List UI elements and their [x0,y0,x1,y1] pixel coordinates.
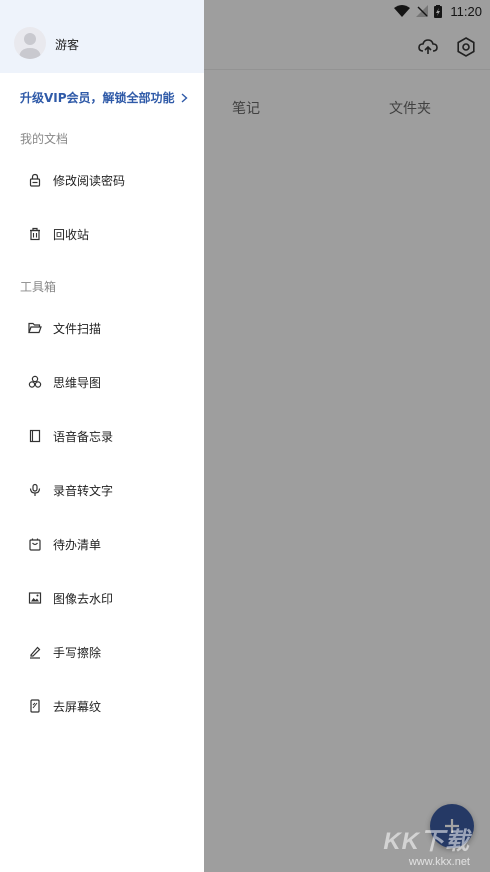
menu-item-mind-map[interactable]: 思维导图 [0,364,204,400]
menu-item-speech-to-text[interactable]: 录音转文字 [0,472,204,508]
trash-icon [28,227,42,241]
drawer-scrim[interactable] [204,0,490,872]
menu-item-label: 思维导图 [53,375,102,390]
lock-icon [28,173,42,187]
phone-screen-icon [28,699,42,713]
menu-item-image-watermark-removal[interactable]: 图像去水印 [0,580,204,616]
chevron-right-icon [181,92,188,103]
mindmap-icon [28,375,42,389]
username[interactable]: 游客 [55,36,79,53]
menu-item-todo-list[interactable]: 待办清单 [0,526,204,562]
vip-promo-link[interactable]: 升级VIP会员，解锁全部功能 [20,89,188,106]
section-label-my-documents: 我的文档 [20,132,69,146]
menu-item-label: 去屏幕纹 [53,699,102,714]
menu-item-moire-removal[interactable]: 去屏幕纹 [0,688,204,724]
default-avatar-icon [19,33,41,59]
avatar[interactable] [14,27,46,59]
navigation-drawer: 游客 升级VIP会员，解锁全部功能 我的文档 修改阅读密码 回收站 工具箱 文件… [0,0,204,872]
menu-item-file-scan[interactable]: 文件扫描 [0,310,204,346]
vip-promo-text: 升级VIP会员，解锁全部功能 [20,91,175,105]
todo-bag-icon [28,537,42,551]
menu-item-label: 手写擦除 [53,645,102,660]
notebook-icon [28,429,42,443]
menu-item-voice-memo[interactable]: 语音备忘录 [0,418,204,454]
menu-item-handwriting-erase[interactable]: 手写擦除 [0,634,204,670]
menu-item-label: 录音转文字 [53,483,114,498]
folder-open-icon [28,321,42,335]
watermark-url: www.kkx.net [408,856,470,868]
watermark-brand: KK下载 [383,828,470,855]
image-icon [28,591,42,605]
menu-item-label: 图像去水印 [53,591,114,606]
menu-item-label: 回收站 [53,227,90,242]
menu-item-label: 文件扫描 [53,321,102,336]
menu-item-change-read-password[interactable]: 修改阅读密码 [0,162,204,198]
section-label-toolbox: 工具箱 [20,280,57,294]
menu-item-recycle-bin[interactable]: 回收站 [0,216,204,252]
watermark: KK下载 www.kkx.net [383,821,470,868]
menu-item-label: 语音备忘录 [53,429,114,444]
drawer-header[interactable]: 游客 [0,0,204,73]
pen-icon [28,645,42,659]
menu-item-label: 修改阅读密码 [53,173,126,188]
microphone-icon [28,483,42,497]
menu-item-label: 待办清单 [53,537,102,552]
